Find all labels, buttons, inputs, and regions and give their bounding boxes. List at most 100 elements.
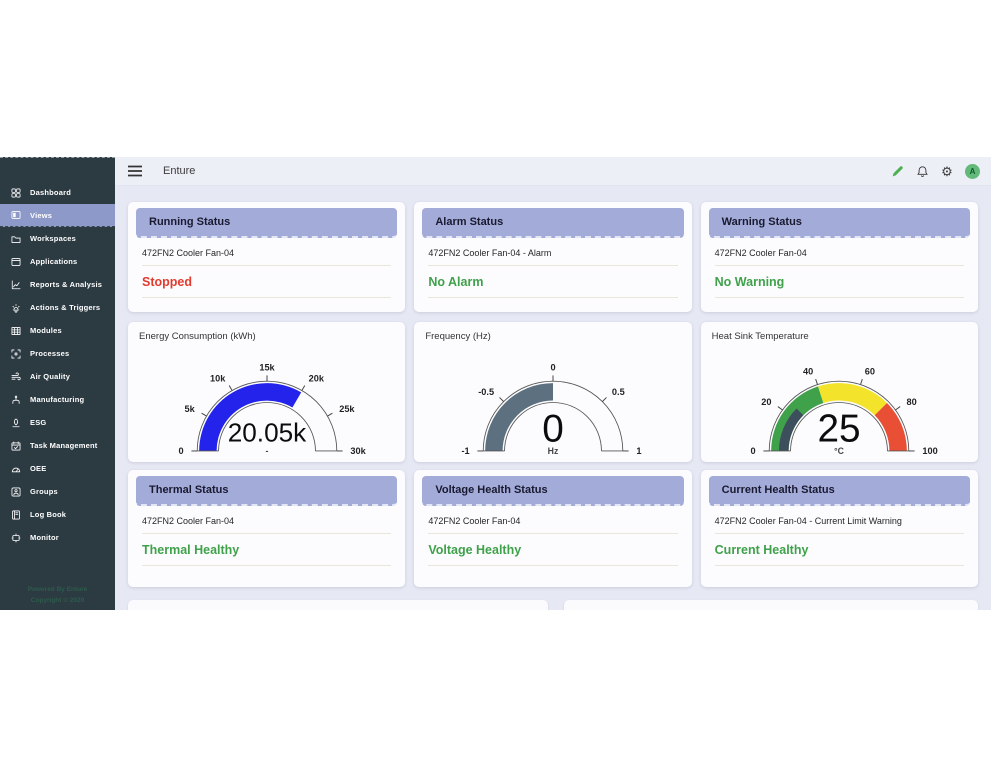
gauge-card-energy-consumption-kwh: Energy Consumption (kWh)05k10k15k20k25k3…	[128, 322, 405, 462]
sidebar-item-label: Dashboard	[30, 188, 71, 197]
applications-icon	[11, 257, 21, 267]
sidebar-item-air-quality[interactable]: Air Quality	[0, 365, 115, 388]
sidebar-item-label: Monitor	[30, 533, 59, 542]
status-value: No Warning	[715, 275, 964, 289]
status-card-title: Alarm Status	[435, 216, 503, 228]
edit-button[interactable]	[890, 164, 904, 178]
svg-text:0.5: 0.5	[612, 387, 625, 397]
sidebar-item-label: Processes	[30, 349, 69, 358]
sidebar-item-esg[interactable]: ESG	[0, 411, 115, 434]
status-card-alarm-status: Alarm Status 472FN2 Cooler Fan-04 - Alarm…	[414, 202, 691, 312]
sidebar-item-label: Air Quality	[30, 372, 70, 381]
sidebar-item-label: ESG	[30, 418, 46, 427]
status-card-running-status: Running Status472FN2 Cooler Fan-04Stoppe…	[128, 202, 405, 312]
sidebar-item-log-book[interactable]: Log Book	[0, 503, 115, 526]
status-card-current-health-status: Current Health Status472FN2 Cooler Fan-0…	[701, 470, 978, 587]
status-card-subtitle: 472FN2 Cooler Fan-04 - Alarm	[428, 248, 677, 258]
app-title: Enture	[163, 165, 195, 177]
sidebar-item-groups[interactable]: Groups	[0, 480, 115, 503]
svg-text:15k: 15k	[259, 363, 275, 373]
sidebar-item-processes[interactable]: Processes	[0, 342, 115, 365]
oee-icon	[11, 464, 21, 474]
notifications-button[interactable]	[915, 164, 929, 178]
status-card-title: Warning Status	[722, 216, 802, 228]
divider	[428, 565, 677, 566]
actions-icon	[11, 303, 21, 313]
status-value: Current Healthy	[715, 543, 964, 557]
screen: Dashboard Views Workspaces Applications Repo…	[0, 0, 991, 768]
pencil-icon	[891, 165, 904, 178]
gauge-chart: -1-0.500.510Hz	[427, 344, 679, 461]
svg-text:-0.5: -0.5	[478, 387, 494, 397]
svg-text:-: -	[265, 446, 268, 456]
dashboard-view: Running Status 472FN2 Cooler Fan-04 Stoppe…	[115, 186, 991, 610]
svg-text:-1: -1	[461, 446, 469, 456]
divider	[715, 265, 964, 266]
status-card-header: Current Health Status	[709, 476, 970, 506]
status-card-title: Thermal Status	[149, 484, 228, 496]
gauge-title: Heat Sink Temperature	[701, 331, 978, 342]
sidebar-item-label: Reports & Analysis	[30, 280, 102, 289]
svg-text:20.05k: 20.05k	[227, 417, 306, 447]
status-card-header: Running Status	[136, 208, 397, 238]
sidebar-item-task-management[interactable]: Task Management	[0, 434, 115, 457]
sidebar-item-applications[interactable]: Applications	[0, 250, 115, 273]
monitor-icon	[11, 533, 21, 543]
user-avatar[interactable]: A	[965, 164, 980, 179]
sidebar-item-manufacturing[interactable]: Manufacturing	[0, 388, 115, 411]
divider	[715, 565, 964, 566]
sidebar: Dashboard Views Workspaces Applications Repo…	[0, 157, 115, 610]
processes-icon	[11, 349, 21, 359]
dashboard-icon	[11, 188, 21, 198]
sidebar-item-label: Log Book	[30, 510, 66, 519]
status-value: No Alarm	[428, 275, 677, 289]
svg-text:0: 0	[550, 363, 555, 373]
status-value: Voltage Healthy	[428, 543, 677, 557]
svg-text:40: 40	[803, 367, 813, 377]
status-card-subtitle: 472FN2 Cooler Fan-04	[142, 516, 391, 526]
sidebar-item-modules[interactable]: Modules	[0, 319, 115, 342]
task-management-icon	[11, 441, 21, 451]
sidebar-item-oee[interactable]: OEE	[0, 457, 115, 480]
sidebar-item-label: Applications	[30, 257, 77, 266]
workspaces-icon	[11, 234, 21, 244]
sidebar-item-views[interactable]: Views	[0, 204, 115, 227]
gauge-title: Frequency (Hz)	[414, 331, 691, 342]
svg-text:20k: 20k	[308, 374, 324, 384]
partial-card	[564, 600, 978, 610]
divider	[142, 533, 391, 534]
sidebar-item-label: Manufacturing	[30, 395, 84, 404]
powered-by-text: Powered By Enture	[0, 584, 115, 595]
sidebar-menu: Dashboard Views Workspaces Applications Repo…	[0, 158, 115, 549]
status-card-subtitle: 472FN2 Cooler Fan-04	[428, 516, 677, 526]
log-book-icon	[11, 510, 21, 520]
sidebar-item-actions-triggers[interactable]: Actions & Triggers	[0, 296, 115, 319]
divider	[142, 265, 391, 266]
sidebar-item-dashboard[interactable]: Dashboard	[0, 181, 115, 204]
status-card-header: Voltage Health Status	[422, 476, 683, 506]
status-row-top: Running Status472FN2 Cooler Fan-04Stoppe…	[128, 202, 978, 312]
status-row-bottom: Thermal Status 472FN2 Cooler Fan-04 Therma…	[128, 470, 978, 587]
svg-text:100: 100	[923, 446, 938, 456]
sidebar-footer: Powered By Enture Copyright © 2020	[0, 584, 115, 606]
menu-toggle-button[interactable]	[127, 165, 143, 177]
divider	[428, 533, 677, 534]
settings-button[interactable]: ⚙	[940, 164, 954, 178]
gauge-chart: 02040608010025°C	[713, 344, 965, 461]
bell-icon	[916, 165, 929, 178]
sidebar-item-reports-analysis[interactable]: Reports & Analysis	[0, 273, 115, 296]
sidebar-item-workspaces[interactable]: Workspaces	[0, 227, 115, 250]
copyright-text: Copyright © 2020	[0, 595, 115, 606]
status-value: Stopped	[142, 275, 391, 289]
partial-card	[128, 600, 548, 610]
svg-text:10k: 10k	[210, 374, 226, 384]
gauges-row: Energy Consumption (kWh)05k10k15k20k25k3…	[128, 322, 978, 462]
svg-text:25k: 25k	[339, 404, 355, 414]
modules-icon	[11, 326, 21, 336]
svg-text:0: 0	[178, 446, 183, 456]
sidebar-item-label: Actions & Triggers	[30, 303, 100, 312]
sidebar-item-monitor[interactable]: Monitor	[0, 526, 115, 549]
divider	[142, 297, 391, 298]
sidebar-item-label: Workspaces	[30, 234, 76, 243]
status-value: Thermal Healthy	[142, 543, 391, 557]
